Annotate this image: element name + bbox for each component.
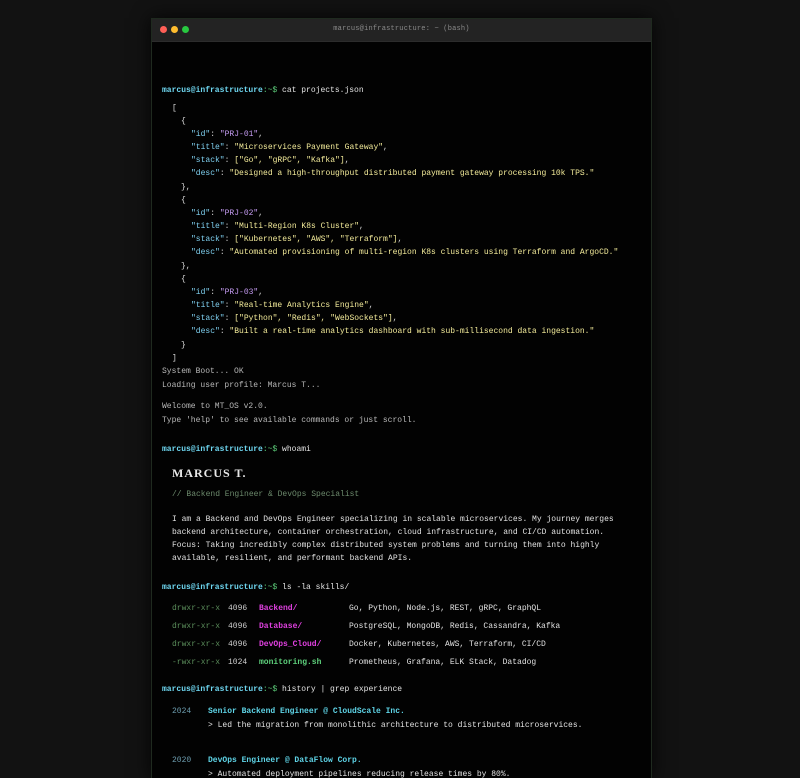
project-id: "PRJ-03" xyxy=(219,288,259,297)
prompt-user: marcus@infrastructure xyxy=(162,445,263,454)
project-title: "Microservices Payment Gateway" xyxy=(234,143,384,152)
profile-bio-line: I am a Backend and DevOps Engineer speci… xyxy=(172,515,614,524)
experience-role: Senior Backend Engineer @ CloudScale Inc… xyxy=(208,707,405,716)
json-field-id: "id": "PRJ-03", xyxy=(191,288,264,297)
prompt-path: :~$ xyxy=(262,685,278,694)
prompt-path: :~$ xyxy=(262,445,278,454)
json-key: "stack" xyxy=(191,235,225,244)
json-key: "title" xyxy=(191,301,225,310)
experience-role: DevOps Engineer @ DataFlow Corp. xyxy=(208,756,362,765)
skill-dir-name[interactable]: Backend/ xyxy=(259,604,297,614)
json-close-brace: }, xyxy=(181,262,191,271)
title-bar: marcus@infrastructure: ~ (bash) xyxy=(152,19,651,42)
json-key: "stack" xyxy=(191,156,225,165)
skill-file-name[interactable]: monitoring.sh xyxy=(259,658,321,668)
json-key: "stack" xyxy=(191,314,225,323)
json-key: "desc" xyxy=(191,169,220,178)
boot-message: System Boot... OK xyxy=(162,367,244,376)
experience-description: > Automated deployment pipelines reducin… xyxy=(208,770,511,778)
prompt-line-whoami: marcus@infrastructure:~$ whoami xyxy=(162,445,311,455)
json-key: "id" xyxy=(191,209,211,218)
prompt-user: marcus@infrastructure xyxy=(162,685,263,694)
json-open-bracket: [ xyxy=(172,104,177,113)
json-close-brace: } xyxy=(181,341,186,350)
json-field-desc: "desc": "Built a real-time analytics das… xyxy=(191,327,595,336)
project-title: "Multi-Region K8s Cluster" xyxy=(234,222,360,231)
json-field-desc: "desc": "Designed a high-throughput dist… xyxy=(191,169,595,178)
project-desc: "Automated provisioning of multi-region … xyxy=(229,248,619,257)
json-field-title: "title": "Microservices Payment Gateway"… xyxy=(191,143,388,152)
boot-message: Loading user profile: Marcus T... xyxy=(162,381,321,390)
project-stack: ["Kubernetes", "AWS", "Terraform"] xyxy=(234,235,398,244)
file-permissions: drwxr-xr-x xyxy=(172,622,221,631)
help-hint: Type 'help' to see available commands or… xyxy=(162,416,417,425)
project-stack: ["Go", "gRPC", "Kafka"] xyxy=(234,156,345,165)
file-permissions: drwxr-xr-x xyxy=(172,640,221,649)
json-key: "desc" xyxy=(191,248,220,257)
json-key: "title" xyxy=(191,222,225,231)
json-key: "id" xyxy=(191,288,211,297)
command-text: whoami xyxy=(282,445,311,454)
terminal-output[interactable]: marcus@infrastructure:~$ cat projects.js… xyxy=(162,41,647,778)
project-stack: ["Python", "Redis", "WebSockets"] xyxy=(234,314,393,323)
profile-bio-line: backend architecture, container orchestr… xyxy=(172,528,605,537)
project-id: "PRJ-01" xyxy=(219,130,259,139)
skill-description: PostgreSQL, MongoDB, Redis, Cassandra, K… xyxy=(349,622,561,631)
terminal-window: marcus@infrastructure: ~ (bash) marcus@i… xyxy=(151,18,652,778)
file-permissions: drwxr-xr-x xyxy=(172,604,221,613)
json-close-bracket: ] xyxy=(172,354,177,363)
skill-description: Prometheus, Grafana, ELK Stack, Datadog xyxy=(349,658,537,667)
json-field-stack: "stack": ["Go", "gRPC", "Kafka"], xyxy=(191,156,350,165)
file-size: 4096 xyxy=(228,604,248,613)
json-open-brace: { xyxy=(181,196,186,205)
profile-bio-line: Focus: Taking incredibly complex distrib… xyxy=(172,541,600,550)
prompt-line-cat: marcus@infrastructure:~$ cat projects.js… xyxy=(162,86,364,96)
json-close-brace: }, xyxy=(181,183,191,192)
file-permissions: -rwxr-xr-x xyxy=(172,658,221,667)
project-desc: "Built a real-time analytics dashboard w… xyxy=(229,327,595,336)
command-text: ls -la skills/ xyxy=(282,583,350,592)
json-field-stack: "stack": ["Kubernetes", "AWS", "Terrafor… xyxy=(191,235,403,244)
command-text: history | grep experience xyxy=(282,685,403,694)
window-title: marcus@infrastructure: ~ (bash) xyxy=(333,25,470,33)
project-desc: "Designed a high-throughput distributed … xyxy=(229,169,595,178)
json-field-id: "id": "PRJ-01", xyxy=(191,130,264,139)
json-field-stack: "stack": ["Python", "Redis", "WebSockets… xyxy=(191,314,398,323)
file-size: 4096 xyxy=(228,640,248,649)
json-field-title: "title": "Multi-Region K8s Cluster", xyxy=(191,222,364,231)
profile-subtitle: // Backend Engineer & DevOps Specialist xyxy=(172,490,360,499)
prompt-line-ls: marcus@infrastructure:~$ ls -la skills/ xyxy=(162,583,349,593)
skill-dir-name[interactable]: Database/ xyxy=(259,622,302,632)
experience-description: > Led the migration from monolithic arch… xyxy=(208,721,583,730)
experience-year: 2020 xyxy=(172,756,192,765)
json-key: "id" xyxy=(191,130,211,139)
json-field-desc: "desc": "Automated provisioning of multi… xyxy=(191,248,619,257)
skill-description: Go, Python, Node.js, REST, gRPC, GraphQL xyxy=(349,604,542,613)
prompt-path: :~$ xyxy=(262,86,278,95)
prompt-line-history: marcus@infrastructure:~$ history | grep … xyxy=(162,685,402,695)
experience-year: 2024 xyxy=(172,707,192,716)
prompt-user: marcus@infrastructure xyxy=(162,583,263,592)
profile-name: MARCUS T. xyxy=(172,466,247,480)
prompt-user: marcus@infrastructure xyxy=(162,86,263,95)
project-title: "Real-time Analytics Engine" xyxy=(234,301,369,310)
json-key: "desc" xyxy=(191,327,220,336)
file-size: 1024 xyxy=(228,658,248,667)
file-size: 4096 xyxy=(228,622,248,631)
json-field-title: "title": "Real-time Analytics Engine", xyxy=(191,301,374,310)
profile-bio-line: available, resilient, and performant bac… xyxy=(172,554,413,563)
json-field-id: "id": "PRJ-02", xyxy=(191,209,264,218)
json-key: "title" xyxy=(191,143,225,152)
prompt-path: :~$ xyxy=(262,583,278,592)
command-text: cat projects.json xyxy=(282,86,364,95)
skill-dir-name[interactable]: DevOps_Cloud/ xyxy=(259,640,321,650)
skill-description: Docker, Kubernetes, AWS, Terraform, CI/C… xyxy=(349,640,546,649)
json-open-brace: { xyxy=(181,117,186,126)
json-open-brace: { xyxy=(181,275,186,284)
project-id: "PRJ-02" xyxy=(219,209,259,218)
welcome-message: Welcome to MT_OS v2.0. xyxy=(162,402,268,411)
